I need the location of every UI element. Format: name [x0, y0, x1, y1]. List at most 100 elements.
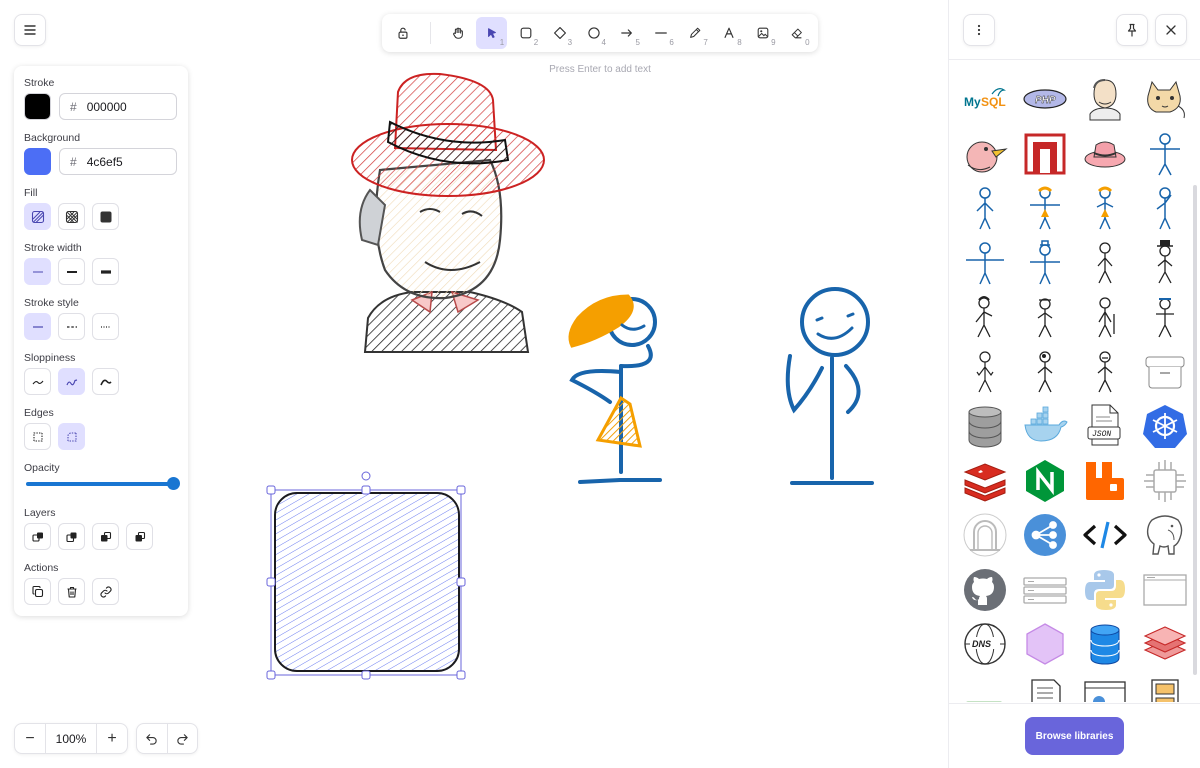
library-item-dns[interactable]: DNS: [955, 617, 1015, 672]
library-item-github[interactable]: [955, 563, 1015, 618]
library-item-cylinder[interactable]: [955, 672, 1015, 702]
library-item-stick-figure-black-8[interactable]: [1075, 345, 1135, 400]
background-hex-input[interactable]: # 4c6ef5: [59, 148, 177, 175]
edges-round-button[interactable]: [58, 423, 85, 450]
girl-stick-figure[interactable]: [568, 294, 662, 484]
library-item-stick-figure-black-7[interactable]: [1015, 345, 1075, 400]
library-item-hexagon[interactable]: [1015, 617, 1075, 672]
library-item-network-hub[interactable]: [1015, 508, 1075, 563]
library-item-stick-figure-2[interactable]: [1135, 181, 1195, 236]
library-item-stick-figure-black-6[interactable]: [955, 345, 1015, 400]
selected-rectangle[interactable]: [266, 471, 466, 680]
library-item-browser-window[interactable]: [1135, 563, 1195, 618]
stroke-width-thin-button[interactable]: [24, 258, 51, 285]
bring-to-front-button[interactable]: [126, 523, 153, 550]
stroke-width-extra-bold-button[interactable]: [92, 258, 119, 285]
library-item-redis[interactable]: [955, 454, 1015, 509]
zoom-reset-button[interactable]: 100%: [45, 724, 97, 753]
library-item-stick-man-blue[interactable]: [1135, 127, 1195, 182]
library-item-openshift[interactable]: [1015, 127, 1075, 182]
library-item-layers-stack[interactable]: [1135, 617, 1195, 672]
rectangle-tool-button[interactable]: 2: [510, 17, 541, 49]
library-item-code-tag[interactable]: [1075, 508, 1135, 563]
library-item-bird[interactable]: [955, 127, 1015, 182]
stroke-color-swatch[interactable]: [24, 93, 51, 120]
send-backward-button[interactable]: [58, 523, 85, 550]
pin-sidebar-button[interactable]: [1116, 14, 1148, 46]
library-item-stick-girl-1[interactable]: [1015, 181, 1075, 236]
library-item-red-hat[interactable]: [1075, 127, 1135, 182]
arrow-tool-button[interactable]: 5: [612, 17, 643, 49]
library-item-nginx[interactable]: [1015, 454, 1075, 509]
stroke-width-bold-button[interactable]: [58, 258, 85, 285]
library-item-database-grey[interactable]: [955, 399, 1015, 454]
diamond-tool-button[interactable]: 3: [544, 17, 575, 49]
library-item-docker[interactable]: [1015, 399, 1075, 454]
library-item-tomcat[interactable]: [1135, 72, 1195, 127]
undo-button[interactable]: [137, 724, 167, 753]
library-item-rabbitmq[interactable]: [1075, 454, 1135, 509]
line-tool-button[interactable]: 6: [646, 17, 677, 49]
hand-tool-button[interactable]: [442, 17, 473, 49]
selection-tool-button[interactable]: 1: [476, 17, 508, 49]
library-item-python[interactable]: [1075, 563, 1135, 618]
redo-button[interactable]: [166, 724, 198, 753]
library-item-server-rack[interactable]: [1015, 563, 1075, 618]
library-item-json-file[interactable]: JSON: [1075, 399, 1135, 454]
opacity-slider-thumb[interactable]: [167, 477, 180, 490]
lock-tool-button[interactable]: [388, 17, 419, 49]
edges-sharp-button[interactable]: [24, 423, 51, 450]
library-item-stick-figure-1[interactable]: [955, 181, 1015, 236]
library-item-stick-figure-3[interactable]: [955, 236, 1015, 291]
library-item-stick-figure-hat[interactable]: [1015, 236, 1075, 291]
browse-libraries-button[interactable]: Browse libraries: [1025, 717, 1124, 755]
library-item-stick-figure-tophat[interactable]: [1135, 236, 1195, 291]
library-item-jenkins[interactable]: [1075, 72, 1135, 127]
eraser-tool-button[interactable]: 0: [782, 17, 813, 49]
library-item-document-stack[interactable]: [1015, 672, 1075, 702]
close-sidebar-button[interactable]: [1155, 14, 1187, 46]
library-item-stick-figure-black-2[interactable]: [955, 290, 1015, 345]
stroke-style-dotted-button[interactable]: [92, 313, 119, 340]
main-menu-button[interactable]: [14, 14, 46, 46]
library-item-postgresql[interactable]: [1135, 508, 1195, 563]
background-color-swatch[interactable]: [24, 148, 51, 175]
stroke-style-solid-button[interactable]: [24, 313, 51, 340]
send-to-back-button[interactable]: [24, 523, 51, 550]
fill-hachure-button[interactable]: [24, 203, 51, 230]
library-scrollbar[interactable]: [1193, 185, 1197, 675]
stroke-hex-input[interactable]: # 000000: [59, 93, 177, 120]
link-button[interactable]: [92, 578, 119, 605]
zoom-in-button[interactable]: +: [97, 724, 127, 753]
ellipse-tool-button[interactable]: 4: [578, 17, 609, 49]
library-item-php[interactable]: PHP: [1015, 72, 1075, 127]
duplicate-button[interactable]: [24, 578, 51, 605]
library-item-chip[interactable]: [1135, 454, 1195, 509]
library-item-stick-figure-black-5[interactable]: [1135, 290, 1195, 345]
image-tool-button[interactable]: 9: [748, 17, 779, 49]
sloppiness-artist-button[interactable]: [58, 368, 85, 395]
library-menu-button[interactable]: [963, 14, 995, 46]
bring-forward-button[interactable]: [92, 523, 119, 550]
library-item-cabinet[interactable]: [1135, 672, 1195, 702]
library-item-web-page[interactable]: [1075, 672, 1135, 702]
sloppiness-architect-button[interactable]: [24, 368, 51, 395]
library-item-arch-gate[interactable]: [955, 508, 1015, 563]
sloppiness-cartoonist-button[interactable]: [92, 368, 119, 395]
library-item-archive-box[interactable]: [1135, 345, 1195, 400]
zoom-out-button[interactable]: −: [15, 724, 45, 753]
library-item-kubernetes[interactable]: [1135, 399, 1195, 454]
library-item-stick-girl-2[interactable]: [1075, 181, 1135, 236]
library-item-stick-figure-black-3[interactable]: [1015, 290, 1075, 345]
delete-button[interactable]: [58, 578, 85, 605]
jenkins-drawing[interactable]: [351, 72, 545, 353]
fill-cross-hatch-button[interactable]: [58, 203, 85, 230]
fill-solid-button[interactable]: [92, 203, 119, 230]
text-tool-button[interactable]: 8: [714, 17, 745, 49]
draw-tool-button[interactable]: 7: [680, 17, 711, 49]
stroke-style-dashed-button[interactable]: [58, 313, 85, 340]
library-item-stick-figure-black-1[interactable]: [1075, 236, 1135, 291]
boy-stick-figure[interactable]: [785, 287, 874, 485]
opacity-slider-track[interactable]: [26, 482, 176, 486]
library-item-stick-figure-black-4[interactable]: [1075, 290, 1135, 345]
